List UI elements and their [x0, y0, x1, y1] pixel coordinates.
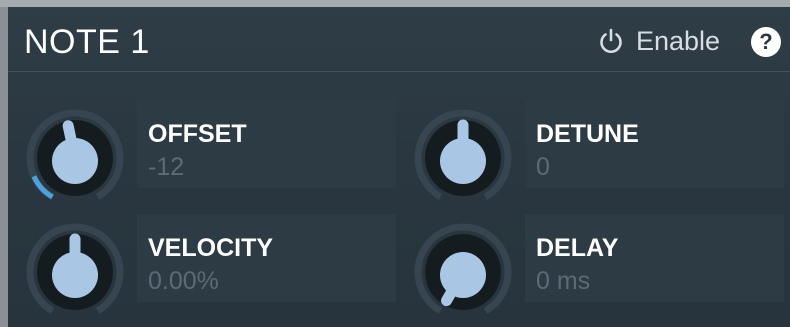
offset-value[interactable]: -12: [148, 153, 184, 182]
delay-label: DELAY: [536, 234, 619, 262]
detune-knob[interactable]: [411, 106, 515, 210]
detune-label: DETUNE: [536, 120, 639, 148]
detune-value[interactable]: 0: [536, 153, 550, 182]
delay-value[interactable]: 0 ms: [536, 267, 590, 296]
delay-knob[interactable]: [411, 220, 515, 324]
velocity-knob[interactable]: [23, 220, 127, 324]
enable-label: Enable: [636, 25, 721, 56]
power-icon: [600, 28, 622, 53]
detune-knob-module[interactable]: DETUNE 0: [396, 100, 784, 208]
velocity-label: VELOCITY: [148, 234, 274, 262]
note-panel: NOTE 1 Enable ? OFFSET -12 DETUNE 0 VELO…: [8, 7, 790, 327]
header-divider: [8, 71, 790, 72]
enable-toggle[interactable]: Enable: [596, 25, 720, 57]
velocity-knob-module[interactable]: VELOCITY 0.00%: [8, 214, 396, 322]
velocity-value[interactable]: 0.00%: [148, 267, 219, 296]
window-top-bar: [0, 0, 790, 7]
panel-header: NOTE 1 Enable ?: [8, 7, 790, 71]
offset-knob-module[interactable]: OFFSET -12: [8, 100, 396, 208]
offset-label: OFFSET: [148, 120, 247, 148]
offset-knob[interactable]: [23, 106, 127, 210]
delay-knob-module[interactable]: DELAY 0 ms: [396, 214, 784, 322]
panel-title: NOTE 1: [24, 23, 150, 61]
help-icon[interactable]: ?: [751, 27, 781, 57]
offset-knob-pointer: [62, 120, 80, 160]
